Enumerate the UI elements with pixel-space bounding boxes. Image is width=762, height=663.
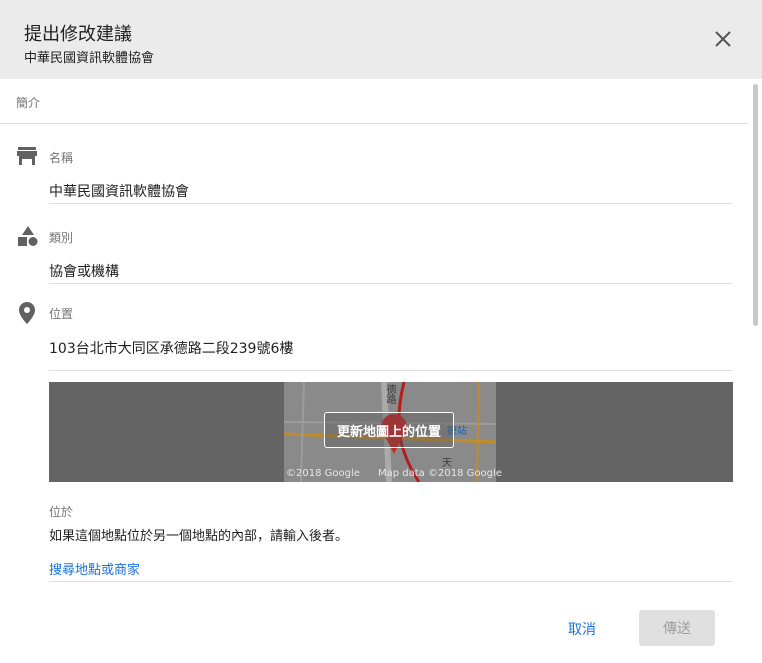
- map-road-label: 德路: [384, 384, 395, 404]
- map-preview[interactable]: 德路 捷站 天 更新地圖上的位置 ©2018 Google Map data ©…: [49, 382, 733, 482]
- store-icon: [17, 146, 37, 166]
- location-label: 位置: [49, 307, 74, 321]
- category-input[interactable]: 協會或機構: [49, 261, 119, 281]
- close-icon: [715, 31, 731, 47]
- name-input[interactable]: 中華民國資訊軟體協會: [49, 181, 189, 201]
- dialog-header: 提出修改建議 中華民國資訊軟體協會: [0, 0, 762, 79]
- map-credit-google: ©2018 Google: [286, 468, 360, 479]
- dialog-subtitle: 中華民國資訊軟體協會: [24, 51, 155, 66]
- name-underline: [49, 203, 733, 204]
- within-search-input[interactable]: 搜尋地點或商家: [49, 559, 140, 578]
- section-label-intro: 簡介: [16, 96, 41, 110]
- location-pin-icon: [19, 302, 35, 324]
- category-label: 類別: [49, 231, 74, 245]
- within-label: 位於: [49, 505, 74, 519]
- close-button[interactable]: [710, 26, 736, 52]
- name-label: 名稱: [49, 151, 74, 165]
- within-description: 如果這個地點位於另一個地點的內部，請輸入後者。: [49, 529, 349, 544]
- scrollbar-thumb[interactable]: [753, 84, 758, 326]
- submit-button[interactable]: 傳送: [639, 610, 715, 646]
- dialog-title: 提出修改建議: [24, 24, 132, 45]
- cancel-button[interactable]: 取消: [552, 612, 612, 646]
- category-underline: [49, 283, 733, 284]
- section-divider: [0, 123, 748, 124]
- location-underline: [49, 370, 733, 371]
- map-road-label-2: 天: [442, 458, 452, 469]
- shapes-icon: [17, 225, 39, 247]
- map-credit-data: Map data ©2018 Google: [378, 468, 502, 479]
- within-underline: [49, 581, 733, 582]
- location-input[interactable]: 103台北市大同区承德路二段239號6樓: [49, 338, 293, 358]
- update-map-location-button[interactable]: 更新地圖上的位置: [324, 412, 454, 448]
